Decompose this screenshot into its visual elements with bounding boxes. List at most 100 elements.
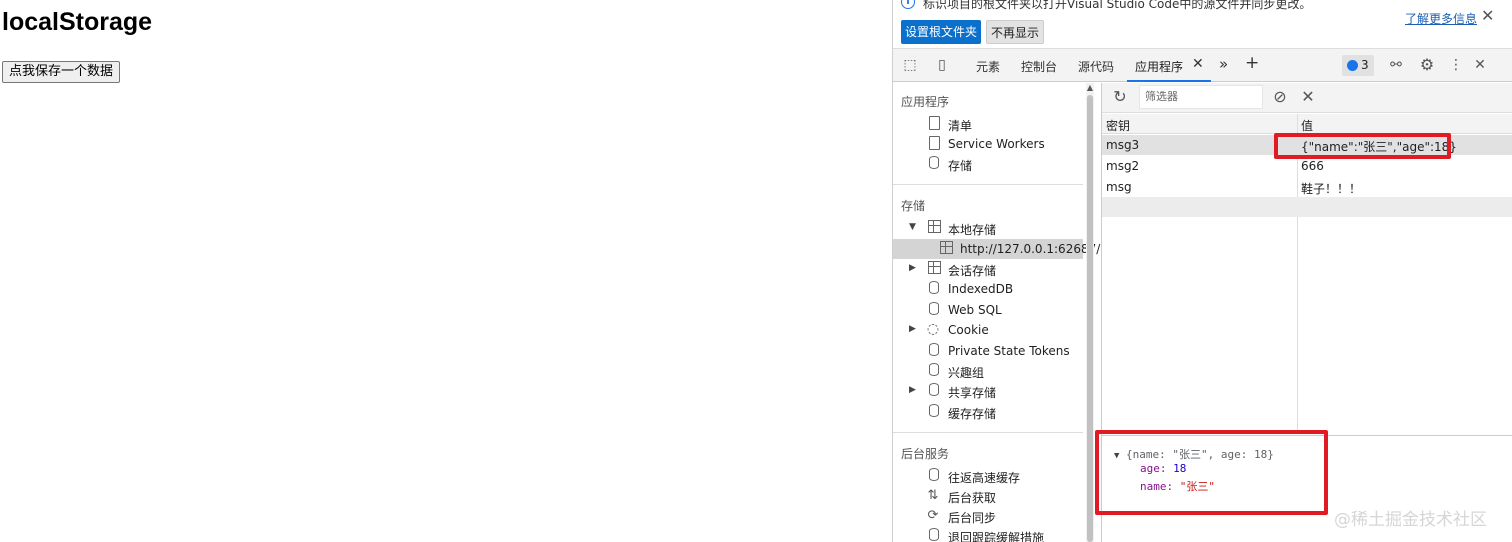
sidebar-item-label: 兴趣组	[948, 366, 985, 380]
sidebar-item-session-storage[interactable]: ▶ 会话存储	[893, 259, 1083, 279]
scrollbar-thumb[interactable]	[1087, 95, 1093, 542]
sidebar-item-indexeddb[interactable]: IndexedDB	[893, 279, 1083, 299]
sidebar-item-label: 存储	[948, 159, 973, 173]
row-value: 666	[1301, 159, 1324, 173]
sidebar-header-application: 应用程序	[901, 95, 950, 109]
column-header-value[interactable]: 值	[1301, 117, 1313, 134]
database-icon	[927, 302, 941, 317]
database-icon	[927, 281, 941, 296]
devtools-panel: i 标识项目的根文件夹以打开Visual Studio Code中的源文件并同步…	[892, 0, 1512, 542]
database-icon	[927, 383, 941, 398]
sidebar-item-label: 本地存储	[948, 223, 997, 237]
divider	[893, 432, 1083, 433]
sidebar-item-label: IndexedDB	[948, 282, 1014, 296]
infobar-text: 标识项目的根文件夹以打开Visual Studio Code中的源文件并同步更改…	[923, 0, 1312, 11]
expanded-arrow-icon[interactable]: ▼	[909, 222, 916, 232]
storage-panel: ↻ 筛选器 ⊘ ✕ 密钥 值 msg3 {"name":"张三","age":1…	[1101, 83, 1512, 542]
issues-badge[interactable]: 3	[1342, 55, 1374, 76]
dont-show-again-button[interactable]: 不再显示	[986, 20, 1045, 44]
customize-icon[interactable]: ⚯	[1387, 57, 1405, 73]
empty-table-row[interactable]	[1102, 197, 1512, 217]
table-row[interactable]: msg3 {"name":"张三","age":18}	[1102, 135, 1512, 155]
sidebar-item-cache-storage[interactable]: 缓存存储	[893, 402, 1083, 422]
tab-application[interactable]: 应用程序	[1135, 58, 1183, 75]
table-icon	[939, 241, 953, 256]
sidebar-item-label: Cookie	[948, 323, 989, 337]
sidebar-item-back-forward-cache[interactable]: 往返高速缓存	[893, 466, 1083, 486]
sidebar-item-local-storage[interactable]: ▼ 本地存储	[893, 218, 1083, 238]
sidebar-item-label: 后台同步	[948, 511, 997, 525]
collapsed-arrow-icon[interactable]: ▶	[909, 385, 916, 395]
preview-summary-line[interactable]: ▼ {name: "张三", age: 18}	[1114, 446, 1274, 462]
devtools-tabbar: ⬚ ▯ 元素 控制台 源代码 应用程序 ✕ » + 3 ⚯ ⚙ ⋮ ✕	[893, 48, 1512, 82]
sidebar-item-label: 往返高速缓存	[948, 471, 1021, 485]
column-header-key[interactable]: 密钥	[1106, 117, 1130, 134]
active-tab-indicator	[1127, 80, 1211, 82]
close-tab-icon[interactable]: ✕	[1192, 56, 1204, 72]
inspect-element-icon[interactable]: ⬚	[901, 57, 919, 73]
row-value: {"name":"张三","age":18}	[1301, 140, 1457, 154]
row-key: msg3	[1106, 138, 1140, 152]
row-key: msg	[1106, 180, 1132, 194]
up-down-arrows-icon: ⇅	[927, 488, 939, 503]
table-row[interactable]: msg2 666	[1102, 156, 1512, 176]
application-sidebar: 应用程序 清单 Service Workers 存储 存储 ▼ 本地存储 htt…	[893, 83, 1100, 542]
learn-more-link[interactable]: 了解更多信息	[1405, 10, 1477, 27]
sidebar-item-label: 会话存储	[948, 264, 997, 278]
sidebar-item-bounce-tracking[interactable]: 退回跟踪缓解措施	[893, 526, 1083, 542]
sidebar-item-label: http://127.0.0.1:62687/	[960, 242, 1101, 256]
filter-input[interactable]: 筛选器	[1139, 85, 1263, 109]
tab-sources[interactable]: 源代码	[1078, 58, 1114, 75]
more-options-icon[interactable]: ⋮	[1447, 57, 1465, 73]
infobar: i 标识项目的根文件夹以打开Visual Studio Code中的源文件并同步…	[893, 0, 1512, 46]
page-title: localStorage	[2, 8, 153, 36]
sidebar-item-cookie[interactable]: ▶ ◌ Cookie	[893, 320, 1083, 340]
table-row[interactable]: msg 鞋子！！！	[1102, 177, 1512, 197]
close-devtools-icon[interactable]: ✕	[1471, 57, 1489, 73]
set-root-folder-button[interactable]: 设置根文件夹	[901, 20, 982, 44]
preview-name-key: name	[1140, 480, 1167, 493]
add-tab-icon[interactable]: +	[1245, 53, 1259, 73]
sidebar-item-service-workers[interactable]: Service Workers	[893, 134, 1083, 154]
collapsed-arrow-icon[interactable]: ▶	[909, 263, 916, 273]
tab-console[interactable]: 控制台	[1021, 58, 1057, 75]
sidebar-item-web-sql[interactable]: Web SQL	[893, 300, 1083, 320]
collapsed-arrow-icon[interactable]: ▶	[909, 324, 916, 334]
sidebar-item-interest-groups[interactable]: 兴趣组	[893, 361, 1083, 381]
table-header: 密钥 值	[1102, 114, 1512, 134]
row-key: msg2	[1106, 159, 1140, 173]
sidebar-item-shared-storage[interactable]: ▶ 共享存储	[893, 381, 1083, 401]
sidebar-item-private-state-tokens[interactable]: Private State Tokens	[893, 341, 1083, 361]
expanded-arrow-icon: ▼	[1114, 451, 1120, 461]
sidebar-scrollbar[interactable]: ▲	[1086, 83, 1094, 542]
clear-all-icon[interactable]: ⊘	[1270, 87, 1290, 107]
scroll-up-arrow-icon[interactable]: ▲	[1086, 83, 1094, 92]
sync-icon: ⟳	[927, 508, 939, 523]
settings-gear-icon[interactable]: ⚙	[1418, 57, 1436, 73]
database-icon	[927, 528, 941, 542]
device-emulation-icon[interactable]: ▯	[933, 57, 951, 73]
more-tabs-icon[interactable]: »	[1219, 55, 1228, 73]
divider	[893, 184, 1083, 185]
sidebar-item-background-sync[interactable]: ⟳ 后台同步	[893, 506, 1083, 526]
save-data-button[interactable]: 点我保存一个数据	[2, 61, 121, 83]
table-icon	[927, 261, 941, 276]
sidebar-item-manifest[interactable]: 清单	[893, 114, 1083, 134]
sidebar-item-storage[interactable]: 存储	[893, 154, 1083, 174]
database-icon	[927, 156, 941, 171]
sidebar-header-storage: 存储	[901, 199, 926, 213]
preview-age-value: 18	[1173, 462, 1187, 475]
table-icon	[927, 220, 941, 235]
close-icon[interactable]: ✕	[1481, 6, 1494, 25]
sidebar-item-label: 后台获取	[948, 491, 997, 505]
refresh-icon[interactable]: ↻	[1110, 87, 1130, 107]
sidebar-header-background-services: 后台服务	[901, 447, 950, 461]
delete-selected-icon[interactable]: ✕	[1298, 87, 1318, 107]
info-icon: i	[901, 0, 915, 9]
sidebar-item-local-origin[interactable]: http://127.0.0.1:62687/	[893, 239, 1100, 259]
database-icon	[927, 343, 941, 358]
preview-name-value: "张三"	[1179, 480, 1215, 493]
tab-elements[interactable]: 元素	[976, 58, 1000, 75]
issues-icon	[1347, 60, 1358, 71]
sidebar-item-background-fetch[interactable]: ⇅ 后台获取	[893, 486, 1083, 506]
